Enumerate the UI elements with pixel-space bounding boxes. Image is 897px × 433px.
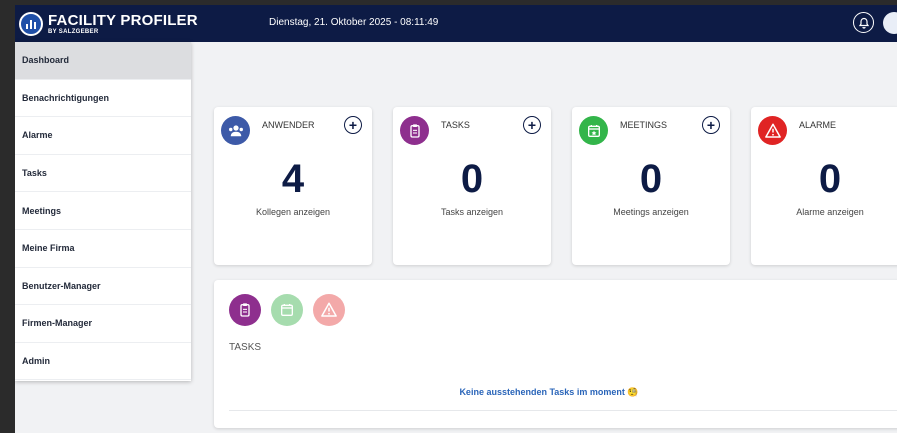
show-alarms-link[interactable]: Alarme anzeigen [751,207,897,217]
card-tasks: TASKS + 0 Tasks anzeigen [393,107,551,265]
card-title: ALARME [799,120,837,130]
card-anwender: ANWENDER + 4 Kollegen anzeigen [214,107,372,265]
card-count: 0 [818,157,842,201]
app-frame: FACILITY PROFILER BY SALZGEBER Dienstag,… [15,5,897,433]
top-bar: FACILITY PROFILER BY SALZGEBER Dienstag,… [15,5,897,42]
user-avatar[interactable] [883,12,897,34]
logo-subtitle: BY SALZGEBER [48,29,99,35]
calendar-icon [281,304,293,316]
sidebar-item-meetings[interactable]: Meetings [15,192,191,230]
app-logo[interactable]: FACILITY PROFILER BY SALZGEBER [19,9,198,39]
clipboard-icon [240,303,250,317]
card-meetings: MEETINGS + 0 Meetings anzeigen [572,107,730,265]
sidebar-item-tasks[interactable]: Tasks [15,155,191,193]
plus-icon: + [527,117,537,133]
logo-icon [19,12,43,36]
sidebar-item-meine-firma[interactable]: Meine Firma [15,230,191,268]
plus-icon: + [706,117,716,133]
card-title: MEETINGS [620,120,668,130]
thinking-emoji-icon: 🧐 [627,387,639,397]
card-title: ANWENDER [262,120,315,130]
tab-alarms[interactable] [313,294,345,326]
tasks-panel: TASKS Keine ausstehenden Tasks im moment… [214,280,897,428]
sidebar-item-benachrichtigungen[interactable]: Benachrichtigungen [15,80,191,118]
sidebar-item-label: Meine Firma [22,243,75,254]
divider [229,410,897,411]
add-user-button[interactable]: + [344,116,362,134]
sidebar-item-alarme[interactable]: Alarme [15,117,191,155]
show-colleagues-link[interactable]: Kollegen anzeigen [214,207,372,217]
show-tasks-link[interactable]: Tasks anzeigen [393,207,551,217]
warning-icon [321,302,337,317]
tab-meetings[interactable] [271,294,303,326]
sidebar-item-label: Dashboard [22,55,70,66]
tab-tasks[interactable] [229,294,261,326]
notifications-button[interactable] [853,12,874,33]
show-meetings-link[interactable]: Meetings anzeigen [572,207,730,217]
panel-section-label: TASKS [229,342,262,353]
sidebar-item-dashboard[interactable]: Dashboard [15,42,191,80]
current-datetime: Dienstag, 21. Oktober 2025 - 08:11:49 [269,17,439,28]
sidebar-item-admin[interactable]: Admin [15,343,191,381]
sidebar-item-firmen-manager[interactable]: Firmen-Manager [15,305,191,343]
plus-icon: + [348,117,358,133]
card-count: 0 [639,157,663,201]
sidebar-item-label: Tasks [22,168,47,179]
sidebar-item-label: Benutzer-Manager [22,280,101,291]
empty-message-text: Keine ausstehenden Tasks im moment [459,387,625,397]
warning-icon [758,116,787,145]
users-icon [221,116,250,145]
sidebar-item-label: Alarme [22,130,53,141]
calendar-icon [579,116,608,145]
sidebar-item-label: Meetings [22,205,62,216]
card-count: 0 [460,157,484,201]
empty-tasks-message: Keine ausstehenden Tasks im moment 🧐 [214,387,884,398]
sidebar-item-label: Firmen-Manager [22,318,93,329]
sidebar-nav: Dashboard Benachrichtigungen Alarme Task… [15,42,191,381]
clipboard-icon [400,116,429,145]
sidebar-item-label: Admin [22,356,50,367]
add-meeting-button[interactable]: + [702,116,720,134]
card-alarme: ALARME 0 Alarme anzeigen [751,107,897,265]
sidebar-item-label: Benachrichtigungen [22,92,110,103]
card-title: TASKS [441,120,470,130]
card-count: 4 [281,157,305,201]
sidebar-item-benutzer-manager[interactable]: Benutzer-Manager [15,268,191,306]
logo-title: FACILITY PROFILER [48,12,198,29]
bell-icon [858,17,869,29]
add-task-button[interactable]: + [523,116,541,134]
